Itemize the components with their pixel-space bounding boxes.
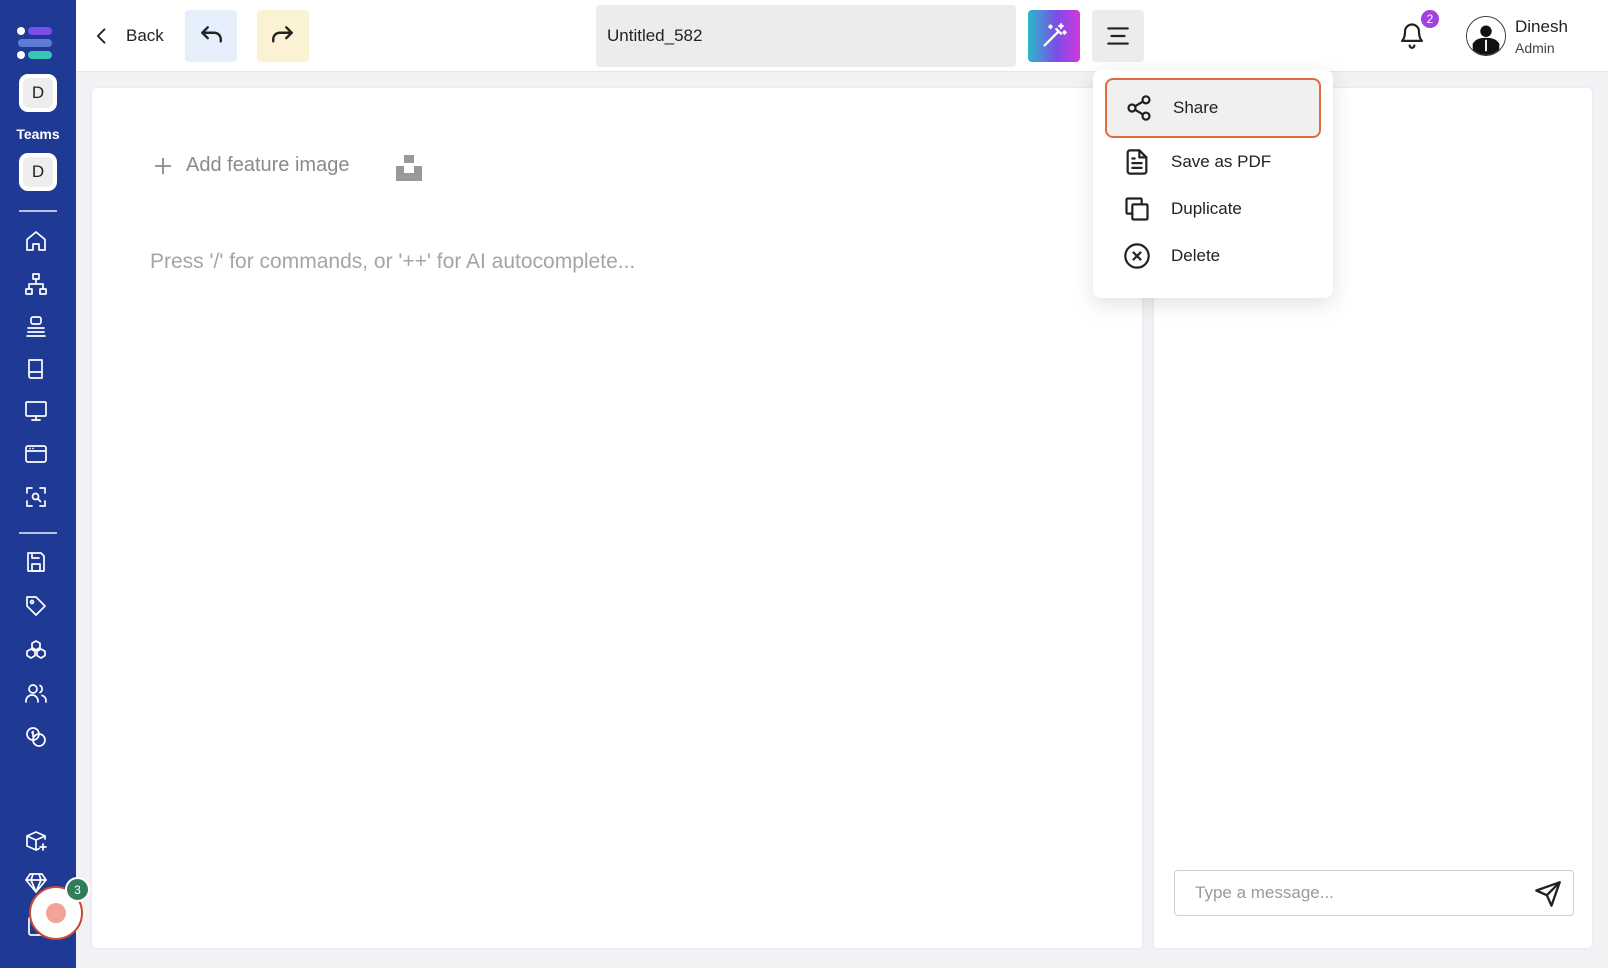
workspace-initial: D xyxy=(23,157,53,187)
add-feature-image-button[interactable]: Add feature image xyxy=(152,154,349,177)
share-icon xyxy=(1127,95,1151,121)
chat-message-input[interactable] xyxy=(1177,873,1517,913)
undo-icon xyxy=(201,26,222,43)
package-add-icon[interactable] xyxy=(23,828,49,854)
workspace-avatar[interactable]: D xyxy=(19,153,57,191)
record-dot-icon xyxy=(46,903,66,923)
team-initial: D xyxy=(23,78,53,108)
scan-search-icon[interactable] xyxy=(23,484,49,510)
user-avatar-icon xyxy=(1467,17,1505,55)
tag-icon[interactable] xyxy=(23,593,49,619)
team-avatar[interactable]: D xyxy=(19,74,57,112)
bell-icon xyxy=(1400,23,1424,49)
user-role: Admin xyxy=(1515,40,1555,56)
user-avatar[interactable] xyxy=(1466,16,1506,56)
document-icon xyxy=(1126,149,1148,175)
sitemap-icon[interactable] xyxy=(23,271,49,297)
back-label: Back xyxy=(126,26,164,45)
chevron-left-icon xyxy=(96,28,106,44)
monitor-icon[interactable] xyxy=(23,398,49,424)
send-button[interactable] xyxy=(1533,879,1563,909)
coins-icon[interactable] xyxy=(23,724,49,750)
undo-button[interactable] xyxy=(185,10,237,62)
menu-item-label: Delete xyxy=(1171,246,1221,265)
add-feature-label: Add feature image xyxy=(186,154,350,176)
redo-icon xyxy=(272,26,293,43)
book-icon[interactable] xyxy=(23,356,49,382)
unsplash-icon[interactable] xyxy=(394,153,424,183)
save-icon[interactable] xyxy=(23,549,49,575)
redo-button[interactable] xyxy=(257,10,309,62)
stack-icon[interactable] xyxy=(23,313,49,339)
ai-magic-button[interactable] xyxy=(1028,10,1080,62)
options-dropdown-menu: Share Save as PDF Duplicate Delete xyxy=(1093,70,1333,298)
magic-wand-icon xyxy=(1043,23,1067,47)
record-count-badge: 3 xyxy=(65,877,90,902)
teams-label: Teams xyxy=(16,126,60,142)
menu-lines-icon xyxy=(1107,27,1129,45)
home-icon[interactable] xyxy=(23,228,49,254)
menu-item-label: Duplicate xyxy=(1171,199,1242,218)
editor-placeholder[interactable]: Press '/' for commands, or '++' for AI a… xyxy=(150,250,635,274)
back-button[interactable]: Back xyxy=(92,20,164,52)
menu-item-duplicate[interactable]: Duplicate xyxy=(1113,186,1313,232)
notification-badge: 2 xyxy=(1421,10,1439,28)
menu-item-delete[interactable]: Delete xyxy=(1113,233,1313,279)
editor-panel[interactable]: Add feature image Press '/' for commands… xyxy=(92,88,1142,948)
send-icon xyxy=(1535,881,1561,907)
user-name: Dinesh xyxy=(1515,17,1568,36)
app-logo-icon[interactable] xyxy=(16,26,56,60)
browser-window-icon[interactable] xyxy=(23,441,49,467)
sidebar: D Teams D 3 xyxy=(0,0,90,968)
delete-circle-icon xyxy=(1124,243,1150,269)
menu-item-label: Save as PDF xyxy=(1171,152,1272,171)
options-menu-button[interactable] xyxy=(1092,10,1144,62)
menu-item-save-as-pdf[interactable]: Save as PDF xyxy=(1113,139,1313,185)
chat-input-box xyxy=(1174,870,1574,916)
users-icon[interactable] xyxy=(23,680,49,706)
plus-icon xyxy=(154,157,172,174)
top-bar: Back 2 Dinesh Admin xyxy=(76,0,1608,72)
sidebar-divider xyxy=(19,532,57,534)
sidebar-divider xyxy=(19,210,57,212)
menu-item-label: Share xyxy=(1173,98,1219,117)
menu-item-share[interactable]: Share xyxy=(1105,78,1321,138)
duplicate-icon xyxy=(1125,197,1149,221)
cubes-icon[interactable] xyxy=(23,637,49,663)
document-title-input[interactable] xyxy=(596,5,1016,67)
